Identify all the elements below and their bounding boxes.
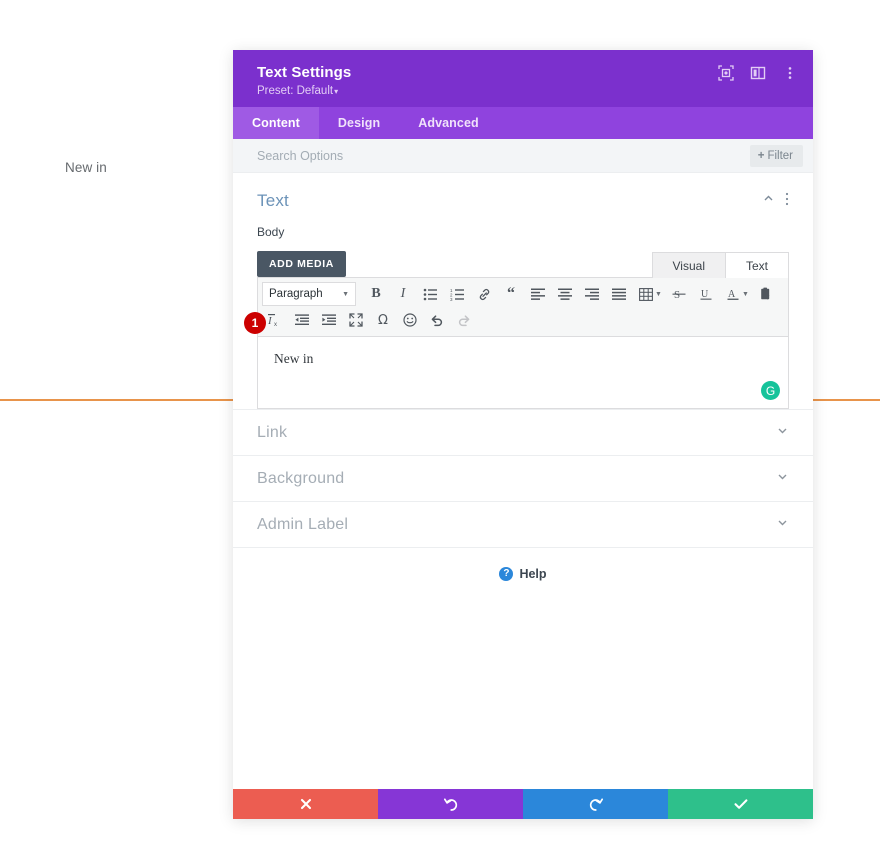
background-page-text: New in — [65, 160, 107, 175]
help-row: ? Help — [233, 547, 813, 599]
chevron-down-icon-color[interactable]: ▼ — [742, 291, 749, 298]
bulleted-list-icon[interactable] — [417, 282, 443, 306]
align-right-icon[interactable] — [579, 282, 605, 306]
chevron-down-icon-table[interactable]: ▼ — [655, 291, 662, 298]
chevron-down-icon-background — [776, 470, 789, 488]
section-admin-label-label: Admin Label — [257, 515, 349, 533]
chevron-up-icon[interactable] — [762, 192, 775, 210]
blockquote-icon[interactable]: “ — [498, 282, 524, 306]
grammarly-icon[interactable]: G — [761, 381, 780, 400]
section-background[interactable]: Background — [233, 455, 813, 501]
section-admin-label[interactable]: Admin Label — [233, 501, 813, 547]
format-select-value: Paragraph — [269, 288, 323, 300]
indent-icon[interactable] — [316, 308, 342, 332]
focus-icon[interactable] — [717, 64, 735, 82]
body-field-label: Body — [257, 225, 285, 239]
text-section-header: Text — [257, 191, 789, 211]
editor-topbar: ADD MEDIA Visual Text — [257, 247, 789, 278]
modal-tabs: Content Design Advanced — [233, 107, 813, 139]
svg-text:T: T — [766, 296, 770, 301]
tab-advanced[interactable]: Advanced — [399, 107, 498, 139]
editor-mode-tabs: Visual Text — [651, 251, 789, 278]
align-center-icon[interactable] — [552, 282, 578, 306]
chevron-down-icon-admin-label — [776, 516, 789, 534]
plus-icon: + — [757, 149, 765, 162]
save-button[interactable] — [668, 789, 813, 819]
numbered-list-icon[interactable]: 1 2 3 — [444, 282, 470, 306]
layout-panel-icon[interactable] — [749, 64, 767, 82]
underline-icon[interactable]: U — [693, 282, 719, 306]
editor-content-area[interactable]: New in G — [257, 337, 789, 409]
modal-body: Text Body ADD MEDIA Visual Text Paragrap… — [233, 173, 813, 789]
page-root: New in Text Settings Preset: Default▾ Co… — [0, 0, 880, 844]
undo-icon[interactable] — [424, 308, 450, 332]
redo-icon[interactable] — [451, 308, 477, 332]
svg-text:A: A — [728, 289, 736, 300]
chevron-down-icon: ▾ — [334, 87, 339, 96]
tab-design[interactable]: Design — [319, 107, 399, 139]
outdent-icon[interactable] — [289, 308, 315, 332]
clear-formatting-icon[interactable]: I x — [262, 308, 288, 332]
wp-editor: ADD MEDIA Visual Text Paragraph ▼ B I 1 … — [257, 247, 789, 409]
emoji-icon[interactable] — [397, 308, 423, 332]
modal-footer — [233, 789, 813, 819]
tab-text[interactable]: Text — [724, 252, 789, 278]
bold-icon[interactable]: B — [363, 282, 389, 306]
tab-content[interactable]: Content — [233, 107, 319, 139]
italic-icon[interactable]: I — [390, 282, 416, 306]
toolbar-row-2: I x Ω — [262, 307, 784, 333]
cancel-button[interactable] — [233, 789, 378, 819]
search-options-row: Search Options + Filter — [233, 139, 813, 173]
link-icon[interactable] — [471, 282, 497, 306]
filter-button-label: Filter — [767, 149, 793, 162]
text-section: Text Body ADD MEDIA Visual Text Paragrap… — [233, 173, 813, 409]
annotation-badge-1: 1 — [244, 312, 266, 334]
special-character-icon[interactable]: Ω — [370, 308, 396, 332]
help-link[interactable]: Help — [519, 567, 546, 581]
align-left-icon[interactable] — [525, 282, 551, 306]
question-mark-icon[interactable]: ? — [499, 566, 514, 581]
text-section-actions — [762, 192, 789, 211]
preset-selector[interactable]: Preset: Default▾ — [257, 85, 795, 98]
editor-content-text: New in — [274, 351, 314, 366]
strikethrough-icon[interactable]: S — [666, 282, 692, 306]
svg-text:U: U — [701, 289, 709, 300]
tab-visual[interactable]: Visual — [651, 252, 726, 278]
section-background-label: Background — [257, 469, 345, 487]
header-icon-group — [717, 64, 799, 82]
svg-text:I: I — [268, 315, 273, 327]
section-link-label: Link — [257, 423, 288, 441]
format-select[interactable]: Paragraph ▼ — [262, 282, 356, 306]
more-vertical-icon[interactable] — [781, 64, 799, 82]
add-media-button[interactable]: ADD MEDIA — [257, 251, 346, 277]
paste-as-text-icon[interactable]: T — [753, 282, 779, 306]
preset-label: Preset: Default — [257, 85, 334, 97]
undo-button[interactable] — [378, 789, 523, 819]
text-section-title: Text — [257, 191, 289, 210]
editor-toolbar: Paragraph ▼ B I 1 2 3 “ ▼ S U A ▼ T I x … — [257, 277, 789, 337]
fullscreen-icon[interactable] — [343, 308, 369, 332]
align-justify-icon[interactable] — [606, 282, 632, 306]
page-title: Text Settings — [257, 64, 352, 81]
chevron-down-icon-format: ▼ — [342, 290, 349, 298]
redo-button[interactable] — [523, 789, 668, 819]
more-vertical-icon-section[interactable] — [785, 192, 789, 211]
section-link[interactable]: Link — [233, 409, 813, 455]
toolbar-row-1: Paragraph ▼ B I 1 2 3 “ ▼ S U A ▼ T — [262, 281, 784, 307]
filter-button[interactable]: + Filter — [749, 144, 803, 167]
modal-filler-space — [233, 599, 813, 789]
svg-text:3: 3 — [450, 297, 453, 301]
text-settings-modal: Text Settings Preset: Default▾ Content D… — [233, 50, 813, 819]
svg-text:S: S — [674, 289, 680, 301]
modal-header: Text Settings Preset: Default▾ — [233, 50, 813, 107]
search-input[interactable]: Search Options — [257, 149, 750, 163]
svg-text:x: x — [274, 322, 277, 327]
chevron-down-icon-link — [776, 424, 789, 442]
